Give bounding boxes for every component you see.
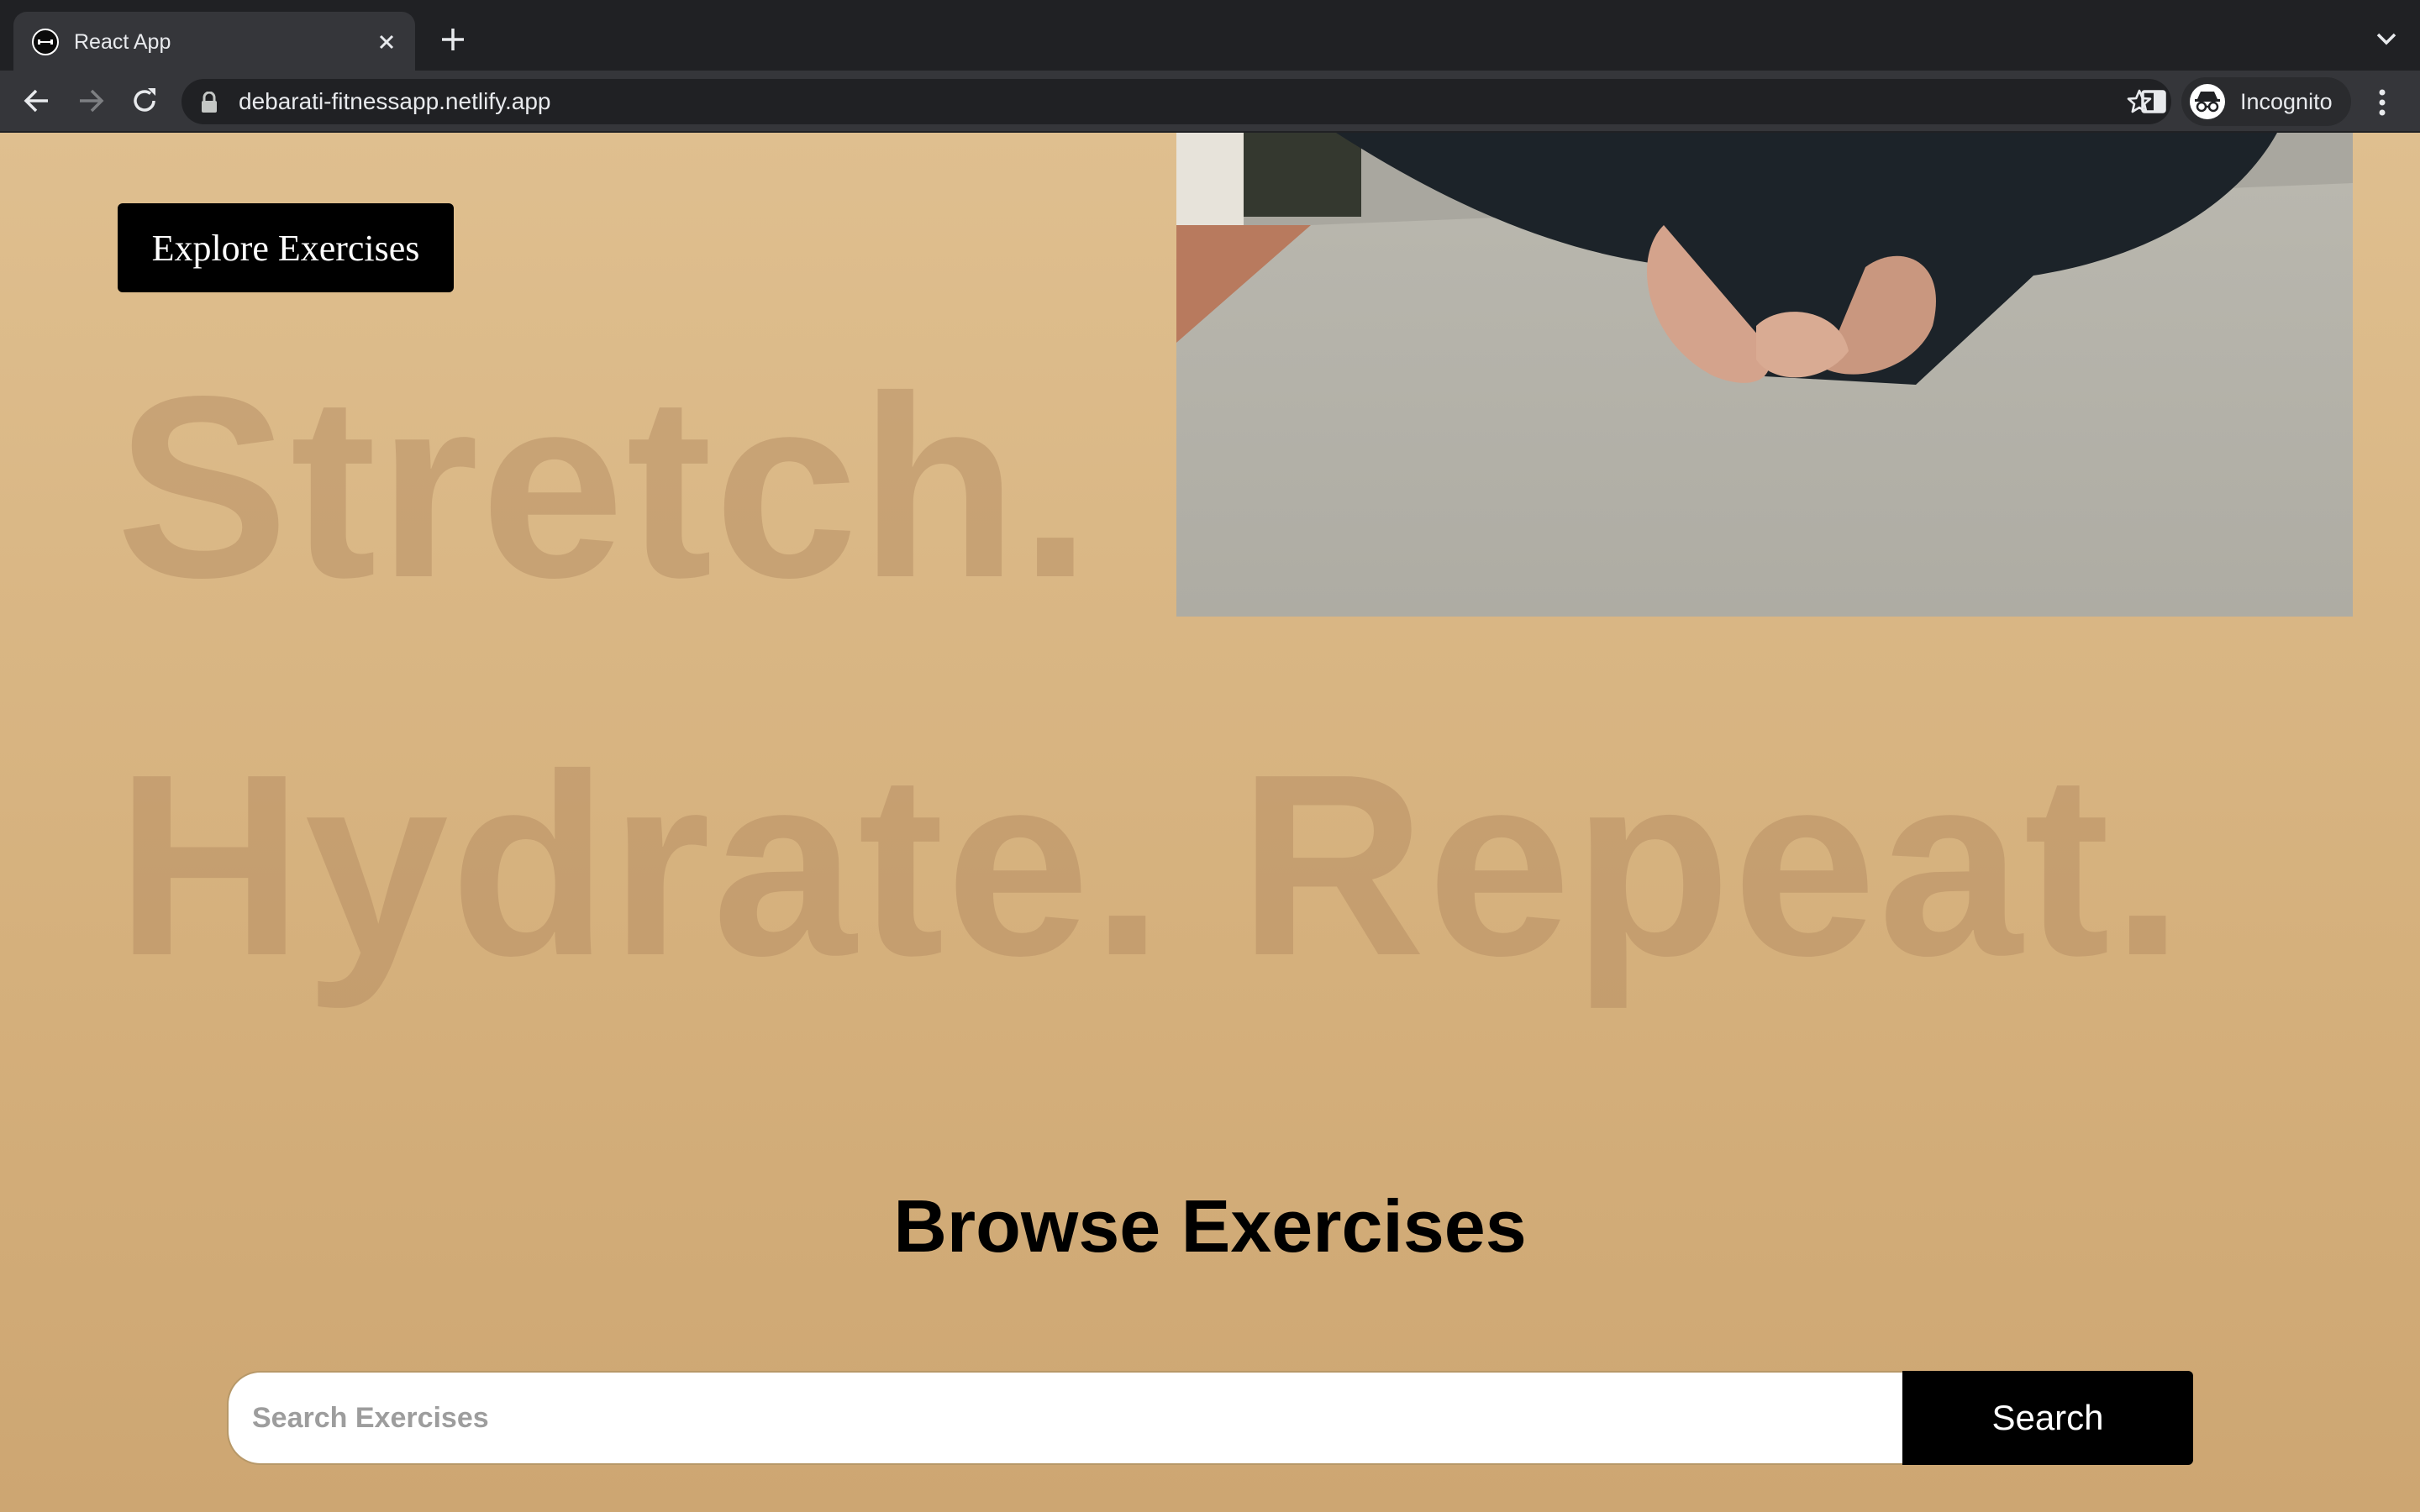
back-arrow-icon[interactable] bbox=[20, 84, 54, 118]
search-input[interactable] bbox=[227, 1371, 1902, 1465]
incognito-profile-button[interactable]: Incognito bbox=[2181, 77, 2351, 126]
search-bar: Search bbox=[227, 1371, 2193, 1465]
hero-headline-line2: Hydrate. Repeat. bbox=[116, 721, 2186, 1010]
lock-icon bbox=[200, 91, 218, 113]
side-panel-icon[interactable] bbox=[2139, 87, 2168, 116]
browser-tab[interactable]: React App bbox=[13, 12, 415, 71]
incognito-icon bbox=[2190, 84, 2225, 119]
incognito-label: Incognito bbox=[2240, 89, 2333, 114]
dumbbell-icon bbox=[32, 29, 59, 55]
browser-toolbar: debarati-fitnessapp.netlify.app Incognit… bbox=[0, 71, 2420, 133]
tab-strip: React App bbox=[0, 0, 2420, 71]
hero-image bbox=[1176, 133, 2353, 617]
browser-chrome: React App debarati-fitnessapp.netlify.ap… bbox=[0, 0, 2420, 133]
browse-exercises-title: Browse Exercises bbox=[893, 1184, 1527, 1268]
more-options-icon[interactable] bbox=[2368, 86, 2396, 119]
close-icon[interactable] bbox=[373, 29, 400, 55]
reload-icon[interactable] bbox=[128, 84, 161, 118]
hero-headline-line1: Stretch. bbox=[116, 343, 1093, 632]
search-button[interactable]: Search bbox=[1902, 1371, 2193, 1465]
tab-title: React App bbox=[74, 30, 171, 54]
explore-exercises-button[interactable]: Explore Exercises bbox=[118, 203, 454, 292]
forward-arrow-icon[interactable] bbox=[74, 84, 108, 118]
address-bar[interactable]: debarati-fitnessapp.netlify.app bbox=[182, 79, 2171, 124]
plus-icon[interactable] bbox=[439, 25, 467, 54]
chevron-down-icon[interactable] bbox=[2375, 30, 2398, 47]
url-text: debarati-fitnessapp.netlify.app bbox=[239, 88, 551, 114]
page-content: Explore Exercises Stretch. Hydrate. Repe… bbox=[0, 133, 2420, 1512]
